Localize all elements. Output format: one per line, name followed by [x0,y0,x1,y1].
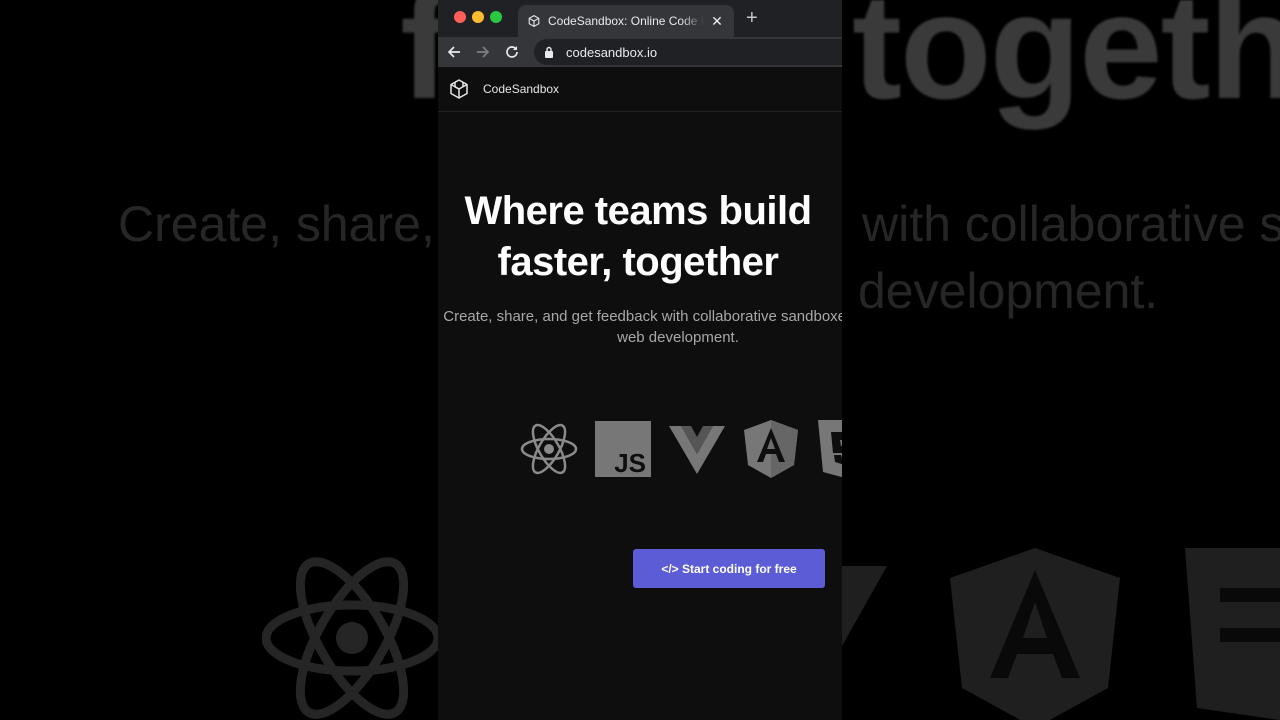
backdrop-react-icon [262,557,438,719]
maximize-window-button[interactable] [490,11,502,23]
backdrop-vue-icon [842,566,887,646]
plus-icon[interactable]: + [746,8,758,28]
backdrop-html5-icon [1185,548,1280,720]
brand-name[interactable]: CodeSandbox [483,82,559,96]
backdrop-subtitle-right: with collaborative s [862,196,1280,252]
hero-subtitle: Create, share, and get feedback with col… [438,306,842,348]
hero-subtitle-line-2: web development. [617,329,739,346]
backdrop-subtitle-left: Create, share, [118,196,435,252]
vue-icon [668,420,726,478]
close-icon[interactable]: ✕ [710,13,724,30]
back-arrow-icon[interactable] [444,42,464,62]
tab-bar: CodeSandbox: Online Code Editor and IDE … [438,0,842,37]
tab-title: CodeSandbox: Online Code Editor and IDE … [548,14,704,28]
codesandbox-cube-icon [528,15,540,27]
browser-window: CodeSandbox: Online Code Editor and IDE … [438,0,842,720]
framework-logos: JS [520,420,842,478]
browser-tab[interactable]: CodeSandbox: Online Code Editor and IDE … [518,5,734,37]
backdrop-angular-icon [950,548,1120,720]
reload-icon[interactable] [502,42,522,62]
start-coding-button[interactable]: </> Start coding for free [633,549,825,588]
address-bar[interactable]: codesandbox.io [534,39,842,65]
svg-text:JS: JS [614,448,646,477]
lock-icon [545,46,553,58]
hero-subtitle-line-1: Create, share, and get feedback with col… [443,308,842,325]
angular-icon [742,420,800,478]
browser-toolbar: codesandbox.io [438,37,842,67]
hero-headline-line-1: Where teams build [464,189,812,233]
backdrop-headline-right: togeth [852,0,1280,130]
hero-headline: Where teams build faster, together [438,186,842,288]
close-window-button[interactable] [454,11,466,23]
html5-icon [816,420,842,478]
site-header: CodeSandbox [438,67,842,112]
minimize-window-button[interactable] [472,11,484,23]
forward-arrow-icon[interactable] [473,42,493,62]
javascript-icon: JS [594,420,652,478]
hero-headline-line-2: faster, together [497,240,779,284]
codesandbox-logo-icon[interactable] [449,79,469,99]
backdrop-subtitle-right-2: development. [858,263,1159,319]
url-text: codesandbox.io [566,44,658,60]
react-icon [520,420,578,478]
